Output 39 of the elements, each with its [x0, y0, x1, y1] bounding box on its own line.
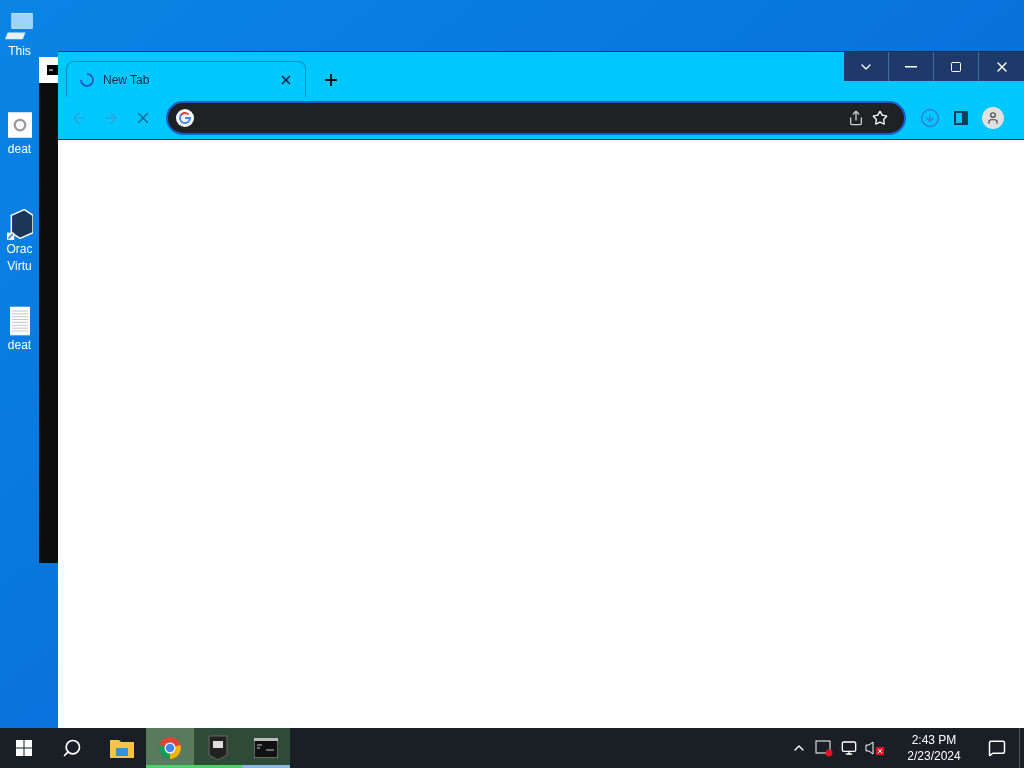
icon-label: This: [8, 44, 31, 59]
new-tab-icon[interactable]: [322, 71, 340, 89]
icon-label: deat: [7, 338, 32, 353]
minimize-icon: [905, 65, 917, 68]
taskbar-app[interactable]: [194, 728, 242, 768]
terminal-icon: [254, 738, 278, 758]
icon-label: deat: [7, 142, 32, 157]
clock-time[interactable]: 2:43 PM: [911, 732, 957, 748]
google-icon: [176, 109, 194, 127]
chrome-icon: [158, 736, 182, 760]
windows-icon: [16, 740, 32, 756]
notification-icon: [988, 739, 1006, 757]
text-file-icon: [9, 306, 30, 336]
shield-icon: [208, 735, 228, 761]
close-button[interactable]: [979, 52, 1024, 81]
icon-label: Virtu: [7, 259, 32, 274]
tab-search-button[interactable]: [844, 52, 889, 81]
cube-icon: [6, 208, 33, 240]
muted-speaker-icon[interactable]: [865, 740, 885, 756]
side-panel-icon[interactable]: [954, 111, 968, 125]
computer-icon: [4, 12, 35, 42]
share-icon[interactable]: [848, 110, 864, 126]
folder-icon: [110, 738, 134, 758]
security-alert-icon[interactable]: [815, 739, 833, 757]
bookmark-star-icon[interactable]: [872, 110, 888, 126]
tab-title: New Tab: [103, 71, 151, 89]
taskbar-app[interactable]: [242, 728, 290, 768]
browser-tab[interactable]: New Tab: [66, 61, 306, 97]
icon-label: Orac: [6, 242, 33, 257]
address-bar[interactable]: [166, 101, 906, 135]
network-icon[interactable]: [841, 740, 857, 756]
console-window[interactable]: [39, 57, 59, 563]
clock-date[interactable]: 2/23/2024: [907, 748, 961, 764]
search-icon: [62, 738, 82, 758]
settings-file-icon: [7, 110, 32, 140]
profile-avatar[interactable]: [982, 107, 1004, 129]
maximize-icon: [950, 60, 962, 73]
terminal-icon: [47, 65, 59, 75]
maximize-button[interactable]: [934, 52, 979, 81]
